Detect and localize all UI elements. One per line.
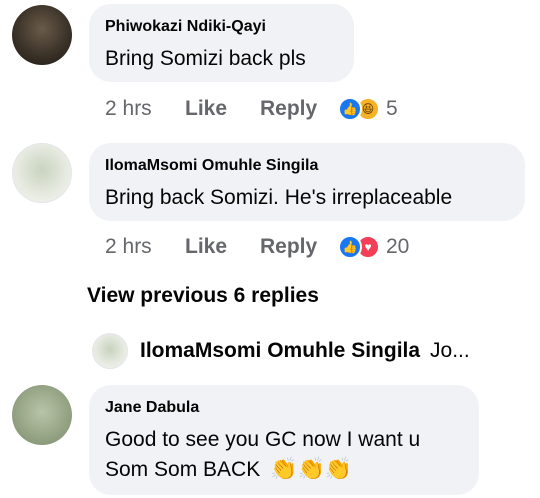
thumbs-up-icon: 👍 — [338, 235, 362, 259]
reaction-count: 20 — [386, 235, 410, 258]
comment-bubble: Jane Dabula Good to see you GC now I wan… — [89, 385, 479, 495]
like-button[interactable]: Like — [185, 235, 260, 259]
comment-bubble: Phiwokazi Ndiki-Qayi Bring Somizi back p… — [89, 4, 354, 82]
reply-author[interactable]: IlomaMsomi Omuhle Singila — [140, 339, 420, 363]
comment-timestamp[interactable]: 2 hrs — [105, 97, 185, 121]
comment-text: Good to see you GC now I want u Som Som … — [105, 425, 420, 484]
comment-text-line-2: Som Som BACK 👏👏👏 — [105, 454, 420, 484]
comment-text: Bring Somizi back pls — [105, 47, 306, 70]
comment-text-line: Som Som BACK — [105, 458, 261, 481]
clapping-hands-icon: 👏👏👏 — [270, 456, 353, 481]
avatar[interactable] — [12, 385, 72, 445]
avatar[interactable] — [92, 333, 128, 369]
comment-text: Bring back Somizi. He's irreplaceable — [105, 186, 453, 209]
reply-button[interactable]: Reply — [260, 235, 338, 259]
comment-actions: 2 hrs Like Reply 👍 😆 5 — [105, 94, 398, 124]
thumbs-up-icon: 👍 — [338, 97, 362, 121]
comment-author[interactable]: IlomaMsomi Omuhle Singila — [105, 157, 318, 175]
reaction-count: 5 — [386, 97, 398, 120]
collapsed-reply[interactable]: IlomaMsomi Omuhle Singila Jo... — [140, 339, 470, 363]
reply-snippet: Jo... — [430, 339, 470, 362]
comment-bubble: IlomaMsomi Omuhle Singila Bring back Som… — [89, 143, 525, 221]
comment-author[interactable]: Phiwokazi Ndiki-Qayi — [105, 18, 266, 36]
reaction-summary[interactable]: 👍 😆 5 — [338, 97, 398, 121]
avatar[interactable] — [12, 143, 72, 203]
reaction-summary[interactable]: 👍 ♥ 20 — [338, 235, 409, 259]
view-previous-replies-link[interactable]: View previous 6 replies — [87, 284, 319, 308]
comment-timestamp[interactable]: 2 hrs — [105, 235, 185, 259]
comment-author[interactable]: Jane Dabula — [105, 399, 199, 417]
comment-text-line: Good to see you GC now I want u — [105, 428, 421, 451]
avatar[interactable] — [12, 5, 72, 65]
like-button[interactable]: Like — [185, 97, 260, 121]
comment-actions: 2 hrs Like Reply 👍 ♥ 20 — [105, 232, 409, 262]
reply-button[interactable]: Reply — [260, 97, 338, 121]
